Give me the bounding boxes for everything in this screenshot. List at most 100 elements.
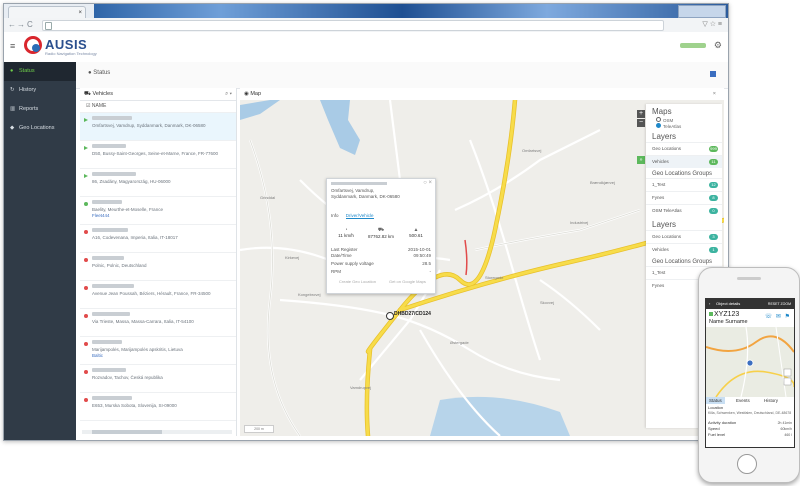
reload-icon[interactable]: C bbox=[27, 19, 33, 31]
gear-icon[interactable]: ⚙ bbox=[714, 40, 722, 51]
group-fynes[interactable]: Fynes 8 bbox=[646, 191, 722, 204]
vehicle-address: Polnic, Polnic, Deutschland bbox=[92, 263, 147, 268]
logo-ring bbox=[24, 36, 42, 54]
popup-row-value: 09:50:49 bbox=[413, 253, 431, 258]
vehicle-row[interactable]: Baelity, Meurthe-et-Moselle, France Fleet… bbox=[80, 197, 236, 225]
google-maps-button[interactable]: Get on Google Maps bbox=[389, 279, 426, 284]
tab-history[interactable]: History bbox=[764, 397, 778, 404]
group-osm-teleatlas[interactable]: OSM TeleAtlas 0 bbox=[646, 204, 722, 217]
popup-vehicle-name bbox=[331, 182, 387, 185]
sidebar-item-reports[interactable]: ▥ Reports bbox=[4, 100, 76, 119]
browser-tab[interactable]: × bbox=[8, 6, 86, 18]
geo-groups-heading-2: Geo Locations Groups bbox=[652, 259, 713, 265]
popup-row-value: 2015-10-01 bbox=[407, 247, 431, 252]
layer-vehicles-2[interactable]: Vehicles 1 bbox=[646, 243, 722, 256]
vehicle-row[interactable]: Rozvadov, Tachov, Česká republika bbox=[80, 365, 236, 393]
vehicle-row[interactable]: 86, Zsadány, Magyarország, HU-06000 bbox=[80, 169, 236, 197]
search-icon[interactable]: ⌕ ▾ bbox=[225, 88, 232, 100]
vehicle-row[interactable]: Omfartsvej, Vamdrup, Syddanmark, Danmark… bbox=[80, 113, 236, 141]
vehicle-tag: Baltic bbox=[92, 353, 104, 358]
sidebar-item-label: Reports bbox=[19, 106, 39, 112]
sidebar-item-label: History bbox=[19, 87, 37, 93]
vehicle-marker-label: DHBD27/CD124 bbox=[394, 311, 431, 317]
status-dot bbox=[84, 202, 88, 206]
phone-action-icons[interactable]: ☏ ✉ ⚑ bbox=[765, 313, 791, 320]
owner-name: Name Surname bbox=[709, 319, 748, 325]
layer-geo-locations[interactable]: Geo Locations 999 bbox=[646, 142, 722, 155]
popup-address: Omfartsvej, Vamdrup, Syddanmark, Danmark… bbox=[331, 188, 400, 199]
scrollbar-thumb[interactable] bbox=[92, 430, 162, 434]
popup-row-label: Power supply voltage bbox=[331, 261, 374, 266]
url-input[interactable] bbox=[42, 20, 664, 31]
collapse-layers-icon[interactable]: » bbox=[637, 156, 645, 164]
vehicle-address: 86, Zsadány, Magyarország, HU-06000 bbox=[92, 179, 171, 184]
create-geo-location-button[interactable]: Create Geo Location bbox=[339, 279, 376, 284]
vehicles-title: ⛟ Vehicles bbox=[84, 91, 113, 97]
popup-row-value: - bbox=[429, 269, 432, 274]
sidebar-item-status[interactable]: ● Status bbox=[4, 62, 76, 81]
vehicle-address: E653, Murska Sobota, Slovenija, SI-09000 bbox=[92, 403, 177, 408]
app-header: ≡ AUSIS Radio Navigation Technology ⚙ bbox=[4, 32, 728, 63]
vehicle-address: Avenue Jean Poussah, Béziers, Hérault, F… bbox=[92, 291, 211, 296]
browser-menu-icons[interactable]: ▽ ☆ ≡ bbox=[702, 19, 722, 31]
window-controls[interactable] bbox=[678, 5, 726, 18]
sidebar: ● Status ↻ History ▥ Reports ◆ Geo Locations bbox=[4, 62, 76, 440]
phone-info: Location Killa, Schwenken, Westfalen, De… bbox=[708, 405, 792, 438]
count-badge: 1 bbox=[709, 247, 718, 253]
sidebar-item-geo-locations[interactable]: ◆ Geo Locations bbox=[4, 119, 76, 138]
vehicle-row[interactable]: Polnic, Polnic, Deutschland bbox=[80, 253, 236, 281]
phone-map[interactable] bbox=[706, 327, 794, 397]
back-icon[interactable]: ‹ bbox=[709, 299, 710, 309]
tab-status[interactable]: Status bbox=[706, 397, 725, 404]
tab-driver-vehicle[interactable]: Driver/Vehicle bbox=[345, 213, 374, 219]
vehicle-address: Baelity, Meurthe-et-Moselle, France bbox=[92, 207, 163, 212]
vehicle-name-redacted bbox=[92, 396, 132, 400]
map-canvas[interactable]: Grinddal Kongebrovej Omfartsvej Industri… bbox=[240, 100, 724, 436]
reset-zoom-button[interactable]: RESET ZOOM bbox=[768, 299, 791, 309]
minor-road-edges bbox=[249, 139, 641, 436]
hamburger-menu-icon[interactable]: ≡ bbox=[10, 41, 15, 51]
zoom-out-button[interactable]: − bbox=[637, 119, 645, 127]
horizontal-scrollbar[interactable] bbox=[82, 430, 232, 434]
map-label: Omfartsvej bbox=[522, 148, 542, 153]
panel-toggle-icon[interactable] bbox=[710, 71, 716, 77]
tab-info[interactable]: Info bbox=[331, 213, 339, 218]
maps-heading: Maps bbox=[652, 107, 672, 116]
vehicle-row[interactable]: Avenue Jean Poussah, Béziers, Hérault, F… bbox=[80, 281, 236, 309]
close-icon[interactable]: ○ × bbox=[423, 180, 432, 186]
vehicles-column-name[interactable]: ☑ NAME bbox=[80, 101, 236, 113]
vehicle-row[interactable]: Marijampolės, Marijampolės apskritis, Li… bbox=[80, 337, 236, 365]
vehicle-row[interactable]: D50, Bussy-Saint-Georges, Seine-et-Marne… bbox=[80, 141, 236, 169]
layer-geo-locations-2[interactable]: Geo Locations 3 bbox=[646, 230, 722, 243]
history-icon: ↻ bbox=[10, 87, 15, 93]
ausis-logo[interactable]: AUSIS Radio Navigation Technology bbox=[24, 36, 97, 58]
vehicle-row[interactable]: E653, Murska Sobota, Slovenija, SI-09000 bbox=[80, 393, 236, 421]
truck-icon: ⛟ bbox=[377, 227, 385, 233]
vehicle-name-redacted bbox=[92, 340, 122, 344]
map-label: Industrivej bbox=[570, 220, 589, 225]
close-icon[interactable]: × bbox=[713, 88, 716, 100]
layers-heading-2: Layers bbox=[652, 220, 677, 229]
water-body bbox=[240, 100, 280, 120]
status-dot bbox=[84, 314, 88, 318]
zoom-in-button[interactable]: + bbox=[637, 110, 645, 118]
tab-events[interactable]: Events bbox=[736, 397, 750, 404]
phone-top-bar: ‹ Object details RESET ZOOM bbox=[706, 299, 794, 309]
layer-vehicles[interactable]: Vehicles 11 bbox=[646, 155, 722, 168]
vehicle-row[interactable]: Via Trieste, Massa, Massa-Carrara, Itali… bbox=[80, 309, 236, 337]
home-button[interactable] bbox=[737, 454, 757, 474]
count-badge: 12 bbox=[709, 182, 718, 188]
forward-icon[interactable]: → bbox=[17, 19, 25, 31]
user-name-badge[interactable] bbox=[680, 43, 706, 48]
group-1-test[interactable]: 1_Test 12 bbox=[646, 178, 722, 191]
vehicle-marker[interactable] bbox=[386, 312, 394, 320]
sidebar-item-history[interactable]: ↻ History bbox=[4, 81, 76, 100]
back-icon[interactable]: ← bbox=[8, 19, 16, 31]
status-title: ● Status bbox=[88, 70, 111, 76]
vehicle-row[interactable]: A16, Codevenana, Imperia, Italia, IT-180… bbox=[80, 225, 236, 253]
vehicle-name-redacted bbox=[92, 312, 130, 316]
moving-status-icon bbox=[84, 174, 88, 178]
geo-location-icon: ◆ bbox=[10, 125, 15, 131]
status-dot bbox=[84, 230, 88, 234]
popup-stats: ◔ 11 km/h ⛟ 87762.82 km ▲ 500.61 bbox=[329, 227, 433, 241]
